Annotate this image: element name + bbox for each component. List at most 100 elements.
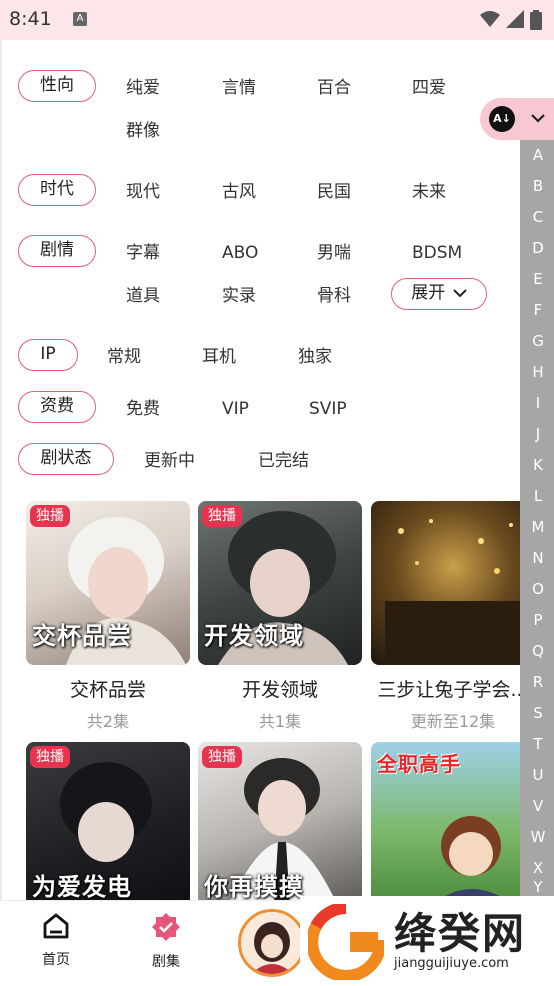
battery-icon xyxy=(530,10,542,30)
option-dao-ju[interactable]: 道具 xyxy=(126,284,160,308)
drama-badge-icon xyxy=(152,913,180,941)
option-completed[interactable]: 已完结 xyxy=(258,449,309,473)
index-letter[interactable]: S xyxy=(520,704,554,722)
drama-cover xyxy=(371,501,535,665)
index-letter[interactable]: A xyxy=(520,146,554,164)
index-letter[interactable]: E xyxy=(520,270,554,288)
signal-icon xyxy=(506,10,524,28)
index-letter[interactable]: N xyxy=(520,549,554,567)
option-bdsm[interactable]: BDSM xyxy=(412,241,462,265)
index-letter[interactable]: U xyxy=(520,766,554,784)
nav-home[interactable]: 首页 xyxy=(26,911,86,969)
option-gu-ke[interactable]: 骨科 xyxy=(317,284,351,308)
drama-cover: 独播 你再摸摸 xyxy=(198,742,362,900)
option-bai-he[interactable]: 百合 xyxy=(317,76,351,100)
option-abo[interactable]: ABO xyxy=(222,241,258,265)
chevron-down-icon[interactable] xyxy=(530,110,546,126)
index-letter[interactable]: M xyxy=(520,518,554,536)
card-episodes: 共2集 xyxy=(86,712,130,731)
drama-card-4[interactable]: 独播 为爱发电 xyxy=(26,742,190,900)
option-min-guo[interactable]: 民国 xyxy=(317,180,351,204)
avatar[interactable] xyxy=(238,909,306,977)
option-shi-lu[interactable]: 实录 xyxy=(222,284,256,308)
option-updating[interactable]: 更新中 xyxy=(144,449,195,473)
expand-button[interactable]: 展开 xyxy=(391,278,487,310)
index-letter[interactable]: D xyxy=(520,239,554,257)
index-letter[interactable]: L xyxy=(520,487,554,505)
exclusive-badge: 独播 xyxy=(30,746,70,768)
filter-plot-label[interactable]: 剧情 xyxy=(18,235,96,267)
option-chun-ai[interactable]: 纯爱 xyxy=(126,76,160,100)
index-letter[interactable]: C xyxy=(520,208,554,226)
sort-az-icon[interactable]: A↓ xyxy=(489,106,515,132)
filter-content: 性向 纯爱 言情 百合 四爱 群像 时代 现代 古风 民国 未来 剧情 字幕 A… xyxy=(0,40,554,900)
expand-label: 展开 xyxy=(411,283,446,303)
drama-card-5[interactable]: 独播 你再摸摸 xyxy=(198,742,362,900)
index-letter[interactable]: T xyxy=(520,735,554,753)
index-letter[interactable]: R xyxy=(520,673,554,691)
option-du-jia[interactable]: 独家 xyxy=(298,345,332,369)
avatar-illustration xyxy=(241,912,303,974)
index-letter[interactable]: Q xyxy=(520,642,554,660)
option-zi-mu[interactable]: 字幕 xyxy=(126,241,160,265)
card-episodes: 更新至12集 xyxy=(410,712,496,731)
index-letter[interactable]: I xyxy=(520,394,554,412)
option-svip[interactable]: SVIP xyxy=(309,397,347,421)
option-yan-qing[interactable]: 言情 xyxy=(222,76,256,100)
filter-orientation-label[interactable]: 性向 xyxy=(18,70,96,102)
nav-home-label: 首页 xyxy=(42,952,70,968)
option-si-ai[interactable]: 四爱 xyxy=(412,76,446,100)
drama-cover: 全职高手 xyxy=(371,742,535,900)
drama-cover: 独播 为爱发电 xyxy=(26,742,190,900)
index-letter[interactable]: O xyxy=(520,580,554,598)
index-letter[interactable]: X xyxy=(520,859,554,877)
card-title: 三步让兔子学会... xyxy=(377,679,529,701)
drama-card-6[interactable]: 全职高手 xyxy=(371,742,535,900)
notification-icon: A xyxy=(73,12,87,26)
filter-ip-label[interactable]: IP xyxy=(18,339,78,371)
index-letter[interactable]: H xyxy=(520,363,554,381)
nav-drama[interactable]: 剧集 xyxy=(136,911,196,971)
option-gu-feng[interactable]: 古风 xyxy=(222,180,256,204)
index-letter[interactable]: B xyxy=(520,177,554,195)
index-letter[interactable]: P xyxy=(520,611,554,629)
option-nan-chuan[interactable]: 男喘 xyxy=(317,241,351,265)
drama-cover: 独播 交杯品尝 xyxy=(26,501,190,665)
exclusive-badge: 独播 xyxy=(202,505,242,527)
cover-title: 为爱发电 xyxy=(32,873,132,900)
exclusive-badge: 独播 xyxy=(30,505,70,527)
option-er-ji[interactable]: 耳机 xyxy=(202,345,236,369)
index-letter[interactable]: K xyxy=(520,456,554,474)
watermark: 绛癸网 jiangguijiuye.com xyxy=(300,896,554,986)
option-qun-xiang[interactable]: 群像 xyxy=(126,119,160,143)
card-episodes: 共1集 xyxy=(258,712,302,731)
filter-state-label[interactable]: 剧状态 xyxy=(18,443,114,475)
alphabet-index[interactable]: A B C D E F G H I J K L M N O P Q R S T … xyxy=(520,140,554,900)
drama-card-3[interactable]: 三步让兔子学会... 更新至12集 xyxy=(371,501,535,741)
status-time: 8:41 xyxy=(9,8,52,30)
option-vip[interactable]: VIP xyxy=(222,397,249,421)
sort-toggle[interactable]: A↓ xyxy=(480,98,554,140)
cover-title: 全职高手 xyxy=(377,752,461,776)
option-free[interactable]: 免费 xyxy=(126,397,160,421)
option-wei-lai[interactable]: 未来 xyxy=(412,180,446,204)
status-bar: 8:41 A xyxy=(0,0,554,40)
cover-title: 交杯品尝 xyxy=(32,622,132,650)
night-scene-illustration xyxy=(385,519,521,665)
drama-card-1[interactable]: 独播 交杯品尝 交杯品尝 共2集 xyxy=(26,501,190,741)
card-title: 开发领域 xyxy=(241,679,318,701)
option-chang-gui[interactable]: 常规 xyxy=(107,345,141,369)
filter-era-label[interactable]: 时代 xyxy=(18,174,96,206)
option-xian-dai[interactable]: 现代 xyxy=(126,180,160,204)
index-letter[interactable]: V xyxy=(520,797,554,815)
drama-card-2[interactable]: 独播 开发领域 开发领域 共1集 xyxy=(198,501,362,741)
index-letter[interactable]: F xyxy=(520,301,554,319)
filter-fee-label[interactable]: 资费 xyxy=(18,391,96,423)
watermark-name: 绛癸网 xyxy=(394,909,527,958)
index-letter[interactable]: G xyxy=(520,332,554,350)
wifi-icon xyxy=(480,11,500,27)
index-letter[interactable]: Y xyxy=(520,878,554,896)
cover-title: 你再摸摸 xyxy=(204,873,304,900)
index-letter[interactable]: W xyxy=(520,828,554,846)
index-letter[interactable]: J xyxy=(520,425,554,443)
